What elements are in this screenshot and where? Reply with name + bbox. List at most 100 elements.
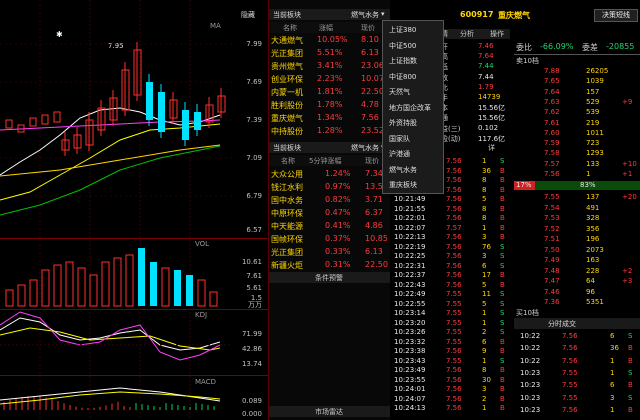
price-axis-label: 7.99: [246, 40, 262, 48]
volume-bar: [89, 274, 98, 307]
trade-time: 10:23:43: [394, 356, 426, 365]
bid-price: 7.52: [544, 224, 560, 233]
stock-code: 600917: [460, 10, 494, 19]
sector-dropdown[interactable]: 上证380 中证500 上证指数中证800 天然气地方国企改革 外资持股国家队沪港通燃气…: [382, 20, 444, 194]
sector-tabs: 当前板块 燃气水务 ▾: [269, 9, 391, 20]
dropdown-item[interactable]: 上证380: [389, 25, 416, 35]
dropdown-item[interactable]: 中证800: [389, 72, 416, 82]
ask-price: 7.60: [544, 128, 560, 137]
stat-value: 0.102: [478, 123, 499, 132]
stock-name: 内蒙一机: [271, 88, 303, 97]
dropdown-item[interactable]: 燃气水务: [389, 165, 417, 175]
stock-chg: 0.97%: [325, 182, 351, 191]
trade-volume: 36: [482, 166, 491, 175]
header-price[interactable]: 现价: [361, 23, 375, 33]
list-item[interactable]: 中原环保 0.47% 6.37: [269, 207, 391, 219]
list-item[interactable]: 新疆火炬 0.31% 22.50: [269, 259, 391, 271]
trade-detail-button[interactable]: 详: [488, 143, 495, 153]
divider: [514, 54, 640, 55]
trade-flag: S: [628, 368, 633, 377]
list-item[interactable]: 国帧环保 0.37% 10.85: [269, 233, 391, 245]
dropdown-item[interactable]: 国家队: [389, 134, 410, 144]
list-item[interactable]: 创业环保 2.23% 10.07: [269, 73, 391, 85]
trade-flag: S: [500, 328, 505, 336]
trade-volume: 6: [610, 332, 615, 340]
minute-trade-header: 分时成交: [514, 318, 640, 329]
trade-flag: B: [500, 166, 505, 175]
stock-chg: 0.37%: [325, 234, 351, 243]
weicha-value: -20855: [606, 42, 635, 51]
dropdown-item[interactable]: 重庆板块: [389, 180, 417, 190]
bid-volume: 137: [586, 193, 600, 201]
dropdown-item[interactable]: 地方国企改革: [389, 103, 431, 113]
chevron-down-icon[interactable]: ▾: [381, 10, 385, 18]
tab-current-sector-2[interactable]: 当前板块: [273, 143, 301, 153]
header-chg[interactable]: 涨幅: [319, 23, 333, 33]
tab-sector-name[interactable]: 燃气水务: [351, 10, 379, 20]
kdj-axis-label: 71.99: [241, 330, 262, 338]
ask-volume: 26205: [586, 67, 609, 75]
header2-name[interactable]: 名称: [281, 156, 295, 166]
kdj-axis-label: 42.86: [241, 345, 262, 353]
dropdown-item[interactable]: 中证500: [389, 41, 416, 51]
trade-flag: B: [628, 381, 633, 390]
trade-price: 7.55: [446, 290, 462, 298]
dropdown-item[interactable]: 天然气: [389, 87, 410, 97]
list-item[interactable]: 重庆燃气 1.34% 7.56: [269, 112, 391, 124]
condition-alert-bar[interactable]: 条件预警: [269, 272, 391, 283]
trade-time: 10:22:43: [394, 280, 426, 289]
list-item[interactable]: 大众公用 1.24% 7.34: [269, 168, 391, 180]
list-item[interactable]: 中持股份 1.28% 23.52: [269, 125, 391, 137]
trade-flag: S: [500, 157, 505, 165]
list-item[interactable]: 中天能源 0.41% 4.86: [269, 220, 391, 232]
list-item[interactable]: 贵州燃气 3.41% 23.06: [269, 60, 391, 72]
hide-button[interactable]: 隐藏: [241, 10, 255, 20]
tab-current-sector[interactable]: 当前板块: [273, 10, 301, 20]
list-item[interactable]: 国中水务 0.82% 3.71: [269, 194, 391, 206]
market-radar-bar[interactable]: 市场雷达: [269, 406, 391, 417]
list-item[interactable]: 内蒙一机 1.81% 22.50: [269, 86, 391, 98]
trade-price: 7.56: [446, 280, 462, 289]
bid-change: +20: [622, 193, 637, 201]
list-item[interactable]: 钱江水利 0.97% 13.54: [269, 181, 391, 193]
kline-chart[interactable]: MA VOL KDJ MACD 7.95 7.99 7.69 7.39 7.09…: [0, 0, 268, 420]
ask-price: 7.64: [544, 87, 560, 96]
tab-ops[interactable]: 操作: [490, 29, 504, 39]
dropdown-item[interactable]: 上证指数: [389, 56, 417, 66]
bid-price: 7.54: [544, 203, 560, 212]
ask-price: 7.56: [544, 170, 560, 178]
trade-price: 7.56: [446, 233, 462, 241]
tab-sector-name-2[interactable]: 燃气水务: [351, 143, 379, 153]
list-item[interactable]: 大通燃气 10.05% 8.10: [269, 34, 391, 46]
buy-header: 买10档: [516, 309, 539, 317]
trade-row: 10:24:13 7.56 1 B: [392, 403, 512, 414]
trade-price: 7.56: [446, 176, 462, 184]
volume-bar: [125, 254, 134, 307]
dropdown-item[interactable]: 外资持股: [389, 118, 417, 128]
dropdown-item[interactable]: 沪港通: [389, 149, 410, 159]
ask-volume: 1039: [586, 77, 604, 86]
bid-price: 7.48: [544, 266, 560, 275]
trade-volume: 36: [610, 344, 619, 353]
header-name[interactable]: 名称: [283, 23, 297, 33]
trade-price: 7.56: [446, 261, 462, 270]
trade-volume: 1: [482, 223, 487, 232]
trade-time: 10:23:55: [394, 375, 426, 384]
stock-chg: 0.33%: [325, 247, 351, 256]
list-header: 名称 涨幅 现价: [269, 22, 391, 33]
buy-sell-ratio-bar: 17% 83%: [514, 181, 640, 190]
tab-analysis[interactable]: 分析: [460, 29, 474, 39]
trade-volume: 5: [482, 195, 487, 203]
price-axis-label: 6.79: [246, 192, 262, 200]
header2-price[interactable]: 现价: [365, 156, 379, 166]
volume-bar: [150, 262, 157, 306]
list-item[interactable]: 光正集团 0.33% 6.13: [269, 246, 391, 258]
candle-body: [182, 110, 189, 140]
bid-volume: 228: [586, 266, 600, 275]
list-item[interactable]: 胜利股份 1.78% 4.78: [269, 99, 391, 111]
decide-shortline-button[interactable]: 决策短线: [594, 9, 638, 22]
header2-chg[interactable]: 5分钟涨幅: [309, 156, 341, 166]
trade-volume: 6: [610, 381, 615, 390]
list-item[interactable]: 光正集团 5.51% 6.13: [269, 47, 391, 59]
ask-price: 7.65: [544, 77, 560, 86]
